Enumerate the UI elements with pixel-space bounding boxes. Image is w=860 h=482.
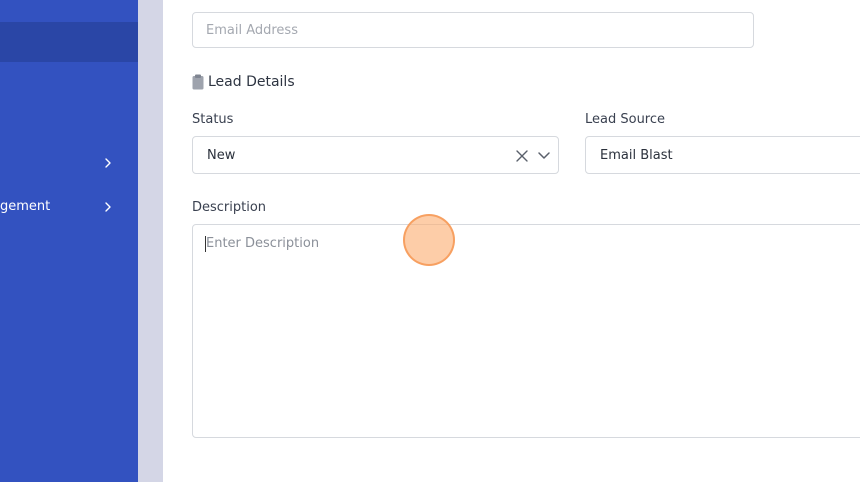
clear-icon[interactable] (515, 149, 529, 163)
description-label: Description (192, 200, 267, 215)
text-caret (205, 236, 206, 252)
sidebar: gement (0, 0, 138, 482)
section-title-text: Lead Details (208, 74, 295, 90)
sidebar-item-management[interactable]: gement (0, 192, 138, 222)
click-marker (403, 214, 455, 266)
clipboard-icon (192, 74, 204, 90)
status-label: Status (192, 112, 234, 127)
scroll-gutter (138, 0, 163, 482)
chevron-right-icon (105, 158, 111, 168)
description-textarea[interactable] (192, 224, 860, 438)
chevron-down-icon[interactable] (537, 150, 551, 162)
status-select[interactable]: New (192, 136, 559, 174)
chevron-right-icon (105, 202, 111, 212)
sidebar-item-active[interactable] (0, 22, 138, 62)
lead-source-select[interactable]: Email Blast (585, 136, 860, 174)
lead-source-value: Email Blast (600, 148, 673, 163)
sidebar-item-label: gement (0, 199, 51, 214)
status-value: New (207, 148, 236, 163)
email-field[interactable] (192, 12, 754, 48)
sidebar-item-collapsed[interactable] (0, 148, 138, 178)
lead-source-label: Lead Source (585, 112, 666, 127)
